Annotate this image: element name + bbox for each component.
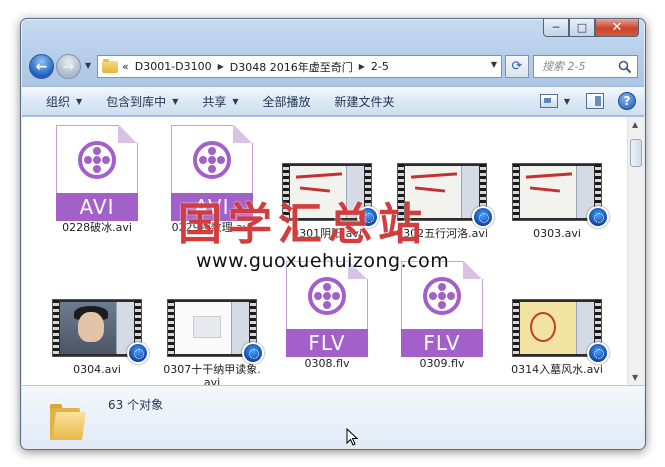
breadcrumb-separator-icon[interactable]: ▶ xyxy=(218,62,224,71)
object-count: 63 个对象 xyxy=(108,398,164,412)
include-in-library-menu[interactable]: 包含到库中 ▼ xyxy=(94,93,190,110)
scroll-up-icon[interactable]: ▲ xyxy=(632,120,638,129)
file-name: 0303.avi xyxy=(533,227,581,240)
file-item[interactable]: 0303.avi xyxy=(505,163,609,240)
watermark-url: www.guoxuehuizong.com xyxy=(196,250,450,272)
file-item[interactable]: FLV 0308.flv xyxy=(275,261,379,370)
caption-buttons: ─ □ ✕ xyxy=(543,19,639,37)
organize-menu[interactable]: 组织 ▼ xyxy=(22,93,94,110)
file-type-label: FLV xyxy=(401,329,483,357)
mouse-cursor-icon xyxy=(346,428,358,446)
new-folder-button[interactable]: 新建文件夹 xyxy=(323,93,407,110)
video-thumbnail xyxy=(512,299,609,364)
new-folder-label: 新建文件夹 xyxy=(334,94,395,109)
organize-label: 组织 xyxy=(46,94,71,109)
play-all-label: 全部播放 xyxy=(262,94,311,109)
file-name: 0304.avi xyxy=(73,363,121,376)
file-name: 0308.flv xyxy=(304,357,350,370)
help-icon[interactable]: ? xyxy=(618,92,636,110)
search-box[interactable] xyxy=(533,55,638,78)
scroll-down-icon[interactable]: ▼ xyxy=(632,373,638,382)
folder-icon xyxy=(102,58,118,73)
video-thumbnail xyxy=(52,299,149,364)
refresh-button[interactable]: ⟳ xyxy=(505,55,529,78)
file-name: 0309.flv xyxy=(419,357,465,370)
forward-button[interactable]: → xyxy=(56,54,81,79)
file-name: 0314入墓风水.avi xyxy=(511,363,603,376)
chevron-down-icon: ▼ xyxy=(172,96,179,106)
chevron-down-icon: ▼ xyxy=(232,96,239,106)
file-item[interactable]: 0314入墓风水.avi xyxy=(505,299,609,376)
breadcrumb-separator-icon[interactable]: ▶ xyxy=(359,62,365,71)
view-controls: ▼ ? xyxy=(539,92,636,110)
file-item[interactable]: AVI 0228破冰.avi xyxy=(45,125,149,234)
search-icon[interactable] xyxy=(618,60,632,74)
minimize-button[interactable]: ─ xyxy=(543,19,569,37)
share-label: 共享 xyxy=(202,94,227,109)
refresh-icon: ⟳ xyxy=(511,59,523,74)
forward-arrow-icon: → xyxy=(62,58,75,75)
file-type-label: AVI xyxy=(56,193,138,221)
flv-file-icon: FLV xyxy=(286,261,368,357)
back-button[interactable]: ← xyxy=(29,54,54,79)
breadcrumb-item[interactable]: D3048 2016年虚至奇门 xyxy=(230,59,353,75)
video-thumbnail xyxy=(512,163,609,228)
preview-pane-icon[interactable] xyxy=(586,93,604,109)
address-dropdown-icon[interactable]: ▼ xyxy=(491,60,497,69)
media-player-icon xyxy=(587,342,609,364)
media-player-icon xyxy=(127,342,149,364)
flv-file-icon: FLV xyxy=(401,261,483,357)
video-thumbnail xyxy=(167,299,264,364)
avi-file-icon: AVI xyxy=(56,125,138,221)
file-item[interactable]: 0307十干纳甲读象.avi xyxy=(160,299,264,389)
back-arrow-icon: ← xyxy=(35,58,48,75)
media-player-icon xyxy=(242,342,264,364)
share-menu[interactable]: 共享 ▼ xyxy=(190,93,250,110)
scroll-thumb[interactable] xyxy=(630,139,642,167)
media-player-icon xyxy=(587,206,609,228)
navigation-row: ← → ▼ « D3001-D3100 ▶ D3048 2016年虚至奇门 ▶ … xyxy=(29,52,639,80)
command-bar: 组织 ▼ 包含到库中 ▼ 共享 ▼ 全部播放 新建文件夹 ▼ ? xyxy=(22,86,644,116)
address-bar[interactable]: « D3001-D3100 ▶ D3048 2016年虚至奇门 ▶ 2-5 ▼ xyxy=(97,55,502,78)
play-all-button[interactable]: 全部播放 xyxy=(251,93,323,110)
breadcrumb-item[interactable]: D3001-D3100 xyxy=(135,60,212,73)
recent-pages-dropdown[interactable]: ▼ xyxy=(85,61,91,70)
details-pane: 63 个对象 xyxy=(22,385,644,449)
file-item[interactable]: FLV 0309.flv xyxy=(390,261,494,370)
file-name: 0228破冰.avi xyxy=(62,221,132,234)
chevron-down-icon: ▼ xyxy=(76,96,83,106)
media-player-icon xyxy=(472,206,494,228)
maximize-button[interactable]: □ xyxy=(569,19,595,37)
breadcrumb-item[interactable]: 2-5 xyxy=(371,60,389,73)
file-type-label: FLV xyxy=(286,329,368,357)
vertical-scrollbar[interactable]: ▲ ▼ xyxy=(627,117,644,385)
change-view-icon[interactable] xyxy=(539,94,558,108)
watermark-title: 国学汇总站 xyxy=(178,199,428,250)
close-button[interactable]: ✕ xyxy=(595,19,639,37)
view-options-dropdown[interactable]: ▼ xyxy=(564,97,570,106)
file-item[interactable]: 0304.avi xyxy=(45,299,149,376)
search-input[interactable] xyxy=(542,60,622,73)
folder-icon xyxy=(50,404,86,440)
include-in-library-label: 包含到库中 xyxy=(106,94,167,109)
breadcrumb-overflow[interactable]: « xyxy=(122,60,129,73)
